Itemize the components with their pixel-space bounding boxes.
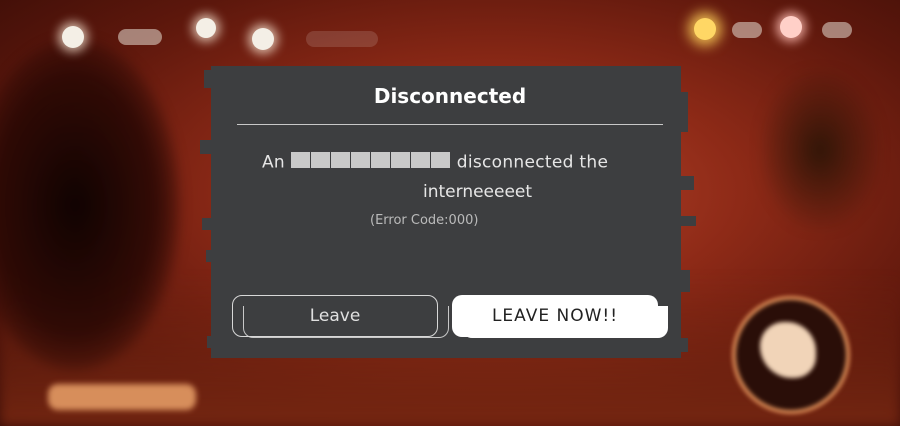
hud-name-pill — [306, 31, 378, 47]
hud-resource-icon — [780, 16, 802, 38]
leave-now-button-label: LEAVE NOW!! — [491, 306, 619, 326]
leave-button-label: Leave — [309, 306, 361, 326]
censored-text — [290, 152, 451, 173]
message-suffix: disconnected the — [456, 152, 609, 173]
hud-stat-pill — [118, 29, 162, 45]
glitch-strip — [680, 270, 690, 292]
disconnect-message: An disconnected the — [262, 152, 642, 173]
hud-player-icon[interactable] — [196, 18, 216, 38]
glitch-strip — [207, 336, 223, 348]
leave-button[interactable]: Leave — [232, 295, 438, 337]
hud-resource-icon — [694, 18, 716, 40]
hud-resource-pill — [732, 22, 762, 38]
glitch-strip — [680, 176, 694, 190]
bottom-left-hud-bar[interactable] — [48, 384, 196, 410]
glitch-strip — [672, 216, 696, 226]
leave-now-button[interactable]: LEAVE NOW!! — [452, 295, 658, 337]
message-prefix: An — [262, 152, 286, 173]
hud-player-icon[interactable] — [252, 28, 274, 50]
glitch-strip — [202, 218, 216, 230]
message-line2: interneeeeet — [423, 182, 533, 202]
hud-resource-pill — [822, 22, 852, 38]
dialog-title: Disconnected — [373, 84, 527, 108]
hud-avatar-icon[interactable] — [62, 26, 84, 48]
glitch-strip — [206, 250, 216, 262]
glitch-strip — [672, 338, 688, 352]
error-code: (Error Code:000) — [370, 213, 479, 228]
glitch-strip — [200, 140, 216, 154]
title-divider — [237, 124, 663, 125]
